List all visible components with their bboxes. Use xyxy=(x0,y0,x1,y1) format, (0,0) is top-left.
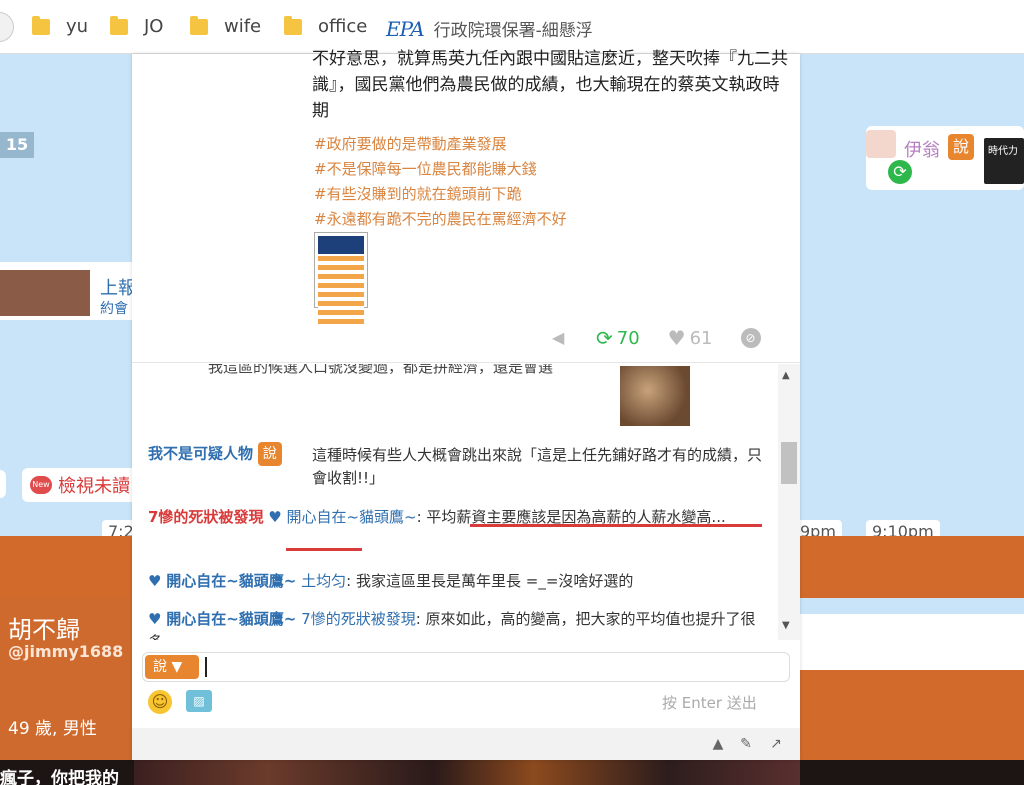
bookmark-label: wife xyxy=(224,16,262,37)
chat-sender[interactable]: 開心自在~貓頭鷹~ xyxy=(166,572,296,590)
chat-sender[interactable]: 我不是可疑人物 xyxy=(148,445,253,463)
edit-icon[interactable]: ✎ xyxy=(738,736,754,752)
say-dropdown[interactable]: 說 ▼ xyxy=(145,655,199,679)
folder-icon xyxy=(110,15,128,35)
avatar[interactable] xyxy=(866,130,896,158)
right-user-name[interactable]: 伊翁 xyxy=(904,136,940,162)
new-icon: New xyxy=(30,476,52,494)
chat-sender[interactable]: 開心自在~貓頭鷹~ xyxy=(166,610,296,628)
chat-reply-target[interactable]: 7慘的死狀被發現 xyxy=(301,610,416,628)
bookmark-label: 行政院環保署-細懸浮 xyxy=(433,21,593,41)
chat-message: ♥ 開心自在~貓頭鷹~ 7慘的死狀被發現: 原來如此，高的變高，把大家的平均值也… xyxy=(148,608,768,640)
like-button[interactable]: ♥ 61 xyxy=(668,326,713,350)
scroll-thumb[interactable] xyxy=(781,442,797,484)
send-hint: 按 Enter 送出 xyxy=(662,694,757,712)
post-actions: ◀ ⟳ 70 ♥ 61 ⊘ xyxy=(552,326,789,350)
repost-count: 70 xyxy=(616,327,640,349)
left-link-sub[interactable]: 約會 xyxy=(100,298,128,318)
epa-logo-icon: EPA xyxy=(386,16,425,41)
bookmark-jo[interactable]: JO xyxy=(110,15,164,37)
profile-name: 胡不歸 xyxy=(8,616,80,644)
bookmark-wife[interactable]: wife xyxy=(190,15,262,37)
image-upload-icon[interactable]: ▨ xyxy=(186,690,212,712)
profile-handle: @jimmy1688 xyxy=(8,642,124,661)
say-badge: 說 xyxy=(948,134,974,160)
chat-sender[interactable]: 7慘的死狀被發現 xyxy=(148,508,263,526)
bookmark-label: yu xyxy=(66,16,89,37)
thumb-header xyxy=(318,236,364,254)
folder-icon xyxy=(32,15,50,35)
left-edge xyxy=(0,470,6,498)
mute-button[interactable]: ◀ xyxy=(552,330,568,346)
heart-icon: ♥ xyxy=(667,326,686,350)
bottom-post-text: 瘋子，你把我的 xyxy=(0,769,119,785)
bookmark-office[interactable]: office xyxy=(284,15,368,37)
text-caret xyxy=(205,657,207,677)
post-image-thumbnail[interactable] xyxy=(314,232,368,324)
hashtag[interactable]: #有些沒賺到的就在鏡頭前下跪 xyxy=(314,182,567,207)
external-link-icon[interactable]: ↗ xyxy=(768,736,784,752)
divider xyxy=(132,362,800,363)
promo-image[interactable]: 時代力 xyxy=(984,138,1024,184)
bottom-banner-image[interactable] xyxy=(134,760,800,785)
chat-reply-target[interactable]: 土均匀 xyxy=(301,572,346,590)
say-badge: 說 xyxy=(257,442,282,466)
emoji-icon[interactable]: ☺ xyxy=(148,690,172,714)
number-badge: 15 xyxy=(0,132,34,158)
warning-icon[interactable]: ▲ xyxy=(710,736,726,752)
hashtag[interactable]: #不是保障每一位農民都能賺大錢 xyxy=(314,157,567,182)
chat-message-text: : 我家這區里長是萬年里長 =_=沒啥好選的 xyxy=(346,572,634,590)
heart-icon: ♥ xyxy=(268,508,282,526)
bookmark-yu[interactable]: yu xyxy=(32,15,89,37)
scroll-up-icon[interactable]: ▲ xyxy=(782,370,790,381)
post-popup: 不好意思，就算馬英九任內跟中國貼這麼近，整天吹捧『九二共識』，國民黨他們為農民做… xyxy=(132,49,800,760)
folder-icon xyxy=(190,15,208,35)
chat-message-text: 這種時候有些人大概會跳出來說「這是上任先鋪好路才有的成績，只會收割!!」 xyxy=(312,446,763,487)
highlight-underline xyxy=(286,548,362,551)
folder-icon xyxy=(284,15,302,35)
right-orange-panel xyxy=(800,670,1024,760)
browser-nav-button[interactable] xyxy=(0,12,14,42)
hashtag-list: #政府要做的是帶動產業發展 #不是保障每一位農民都能賺大錢 #有些沒賺到的就在鏡… xyxy=(314,132,567,232)
post-text: 不好意思，就算馬英九任內跟中國貼這麼近，整天吹捧『九二共識』，國民黨他們為農民做… xyxy=(312,49,788,121)
say-dropdown-label: 說 xyxy=(153,659,167,675)
view-unread-label: 檢視未讀 xyxy=(58,476,130,497)
highlight-underline xyxy=(470,524,762,527)
chat-message: ♥ 開心自在~貓頭鷹~ 土均匀: 我家這區里長是萬年里長 =_=沒啥好選的 xyxy=(148,570,768,593)
chat-input-row[interactable]: 說 ▼ xyxy=(142,652,790,682)
repost-icon: ⟳ xyxy=(596,326,613,350)
popup-footer xyxy=(132,728,800,760)
profile-age-gender: 49 歲, 男性 xyxy=(8,719,97,739)
hashtag[interactable]: #政府要做的是帶動產業發展 xyxy=(314,132,567,157)
chat-reply-target[interactable]: 開心自在~貓頭鷹~ xyxy=(286,508,416,526)
chat-message-partial: 我這區的候選人口號沒變過，都是拼經濟，還是會選 xyxy=(208,364,554,376)
heart-icon: ♥ xyxy=(148,610,162,628)
left-link[interactable]: 上報 xyxy=(100,274,136,300)
chat-image[interactable] xyxy=(620,366,690,426)
thumb-body xyxy=(318,256,364,324)
promo-text: 時代力 xyxy=(988,146,1018,157)
like-count: 61 xyxy=(689,327,713,349)
view-unread-button[interactable]: New 檢視未讀 xyxy=(22,468,132,502)
hashtag[interactable]: #永遠都有跪不完的農民在罵經濟不好 xyxy=(314,207,567,232)
bookmark-label: office xyxy=(318,16,368,37)
chat-scrollbar[interactable]: ▲ ▼ xyxy=(778,364,800,640)
scroll-down-icon[interactable]: ▼ xyxy=(782,620,790,631)
right-strip xyxy=(800,614,1024,670)
share-icon: ⊘ xyxy=(740,328,761,348)
share-button[interactable]: ⊘ xyxy=(740,328,761,348)
repost-button[interactable]: ⟳ 70 xyxy=(596,326,640,350)
bookmark-epa[interactable]: EPA 行政院環保署-細懸浮 xyxy=(386,16,593,42)
left-photo[interactable] xyxy=(0,270,90,316)
heart-icon: ♥ xyxy=(148,572,162,590)
bookmark-label: JO xyxy=(144,16,164,37)
chat-panel: 我這區的候選人口號沒變過，都是拼經濟，還是會選 我不是可疑人物 說 這種時候有些… xyxy=(132,364,800,640)
repost-icon: ⟳ xyxy=(888,160,912,184)
speaker-icon: ◀ xyxy=(552,328,565,347)
